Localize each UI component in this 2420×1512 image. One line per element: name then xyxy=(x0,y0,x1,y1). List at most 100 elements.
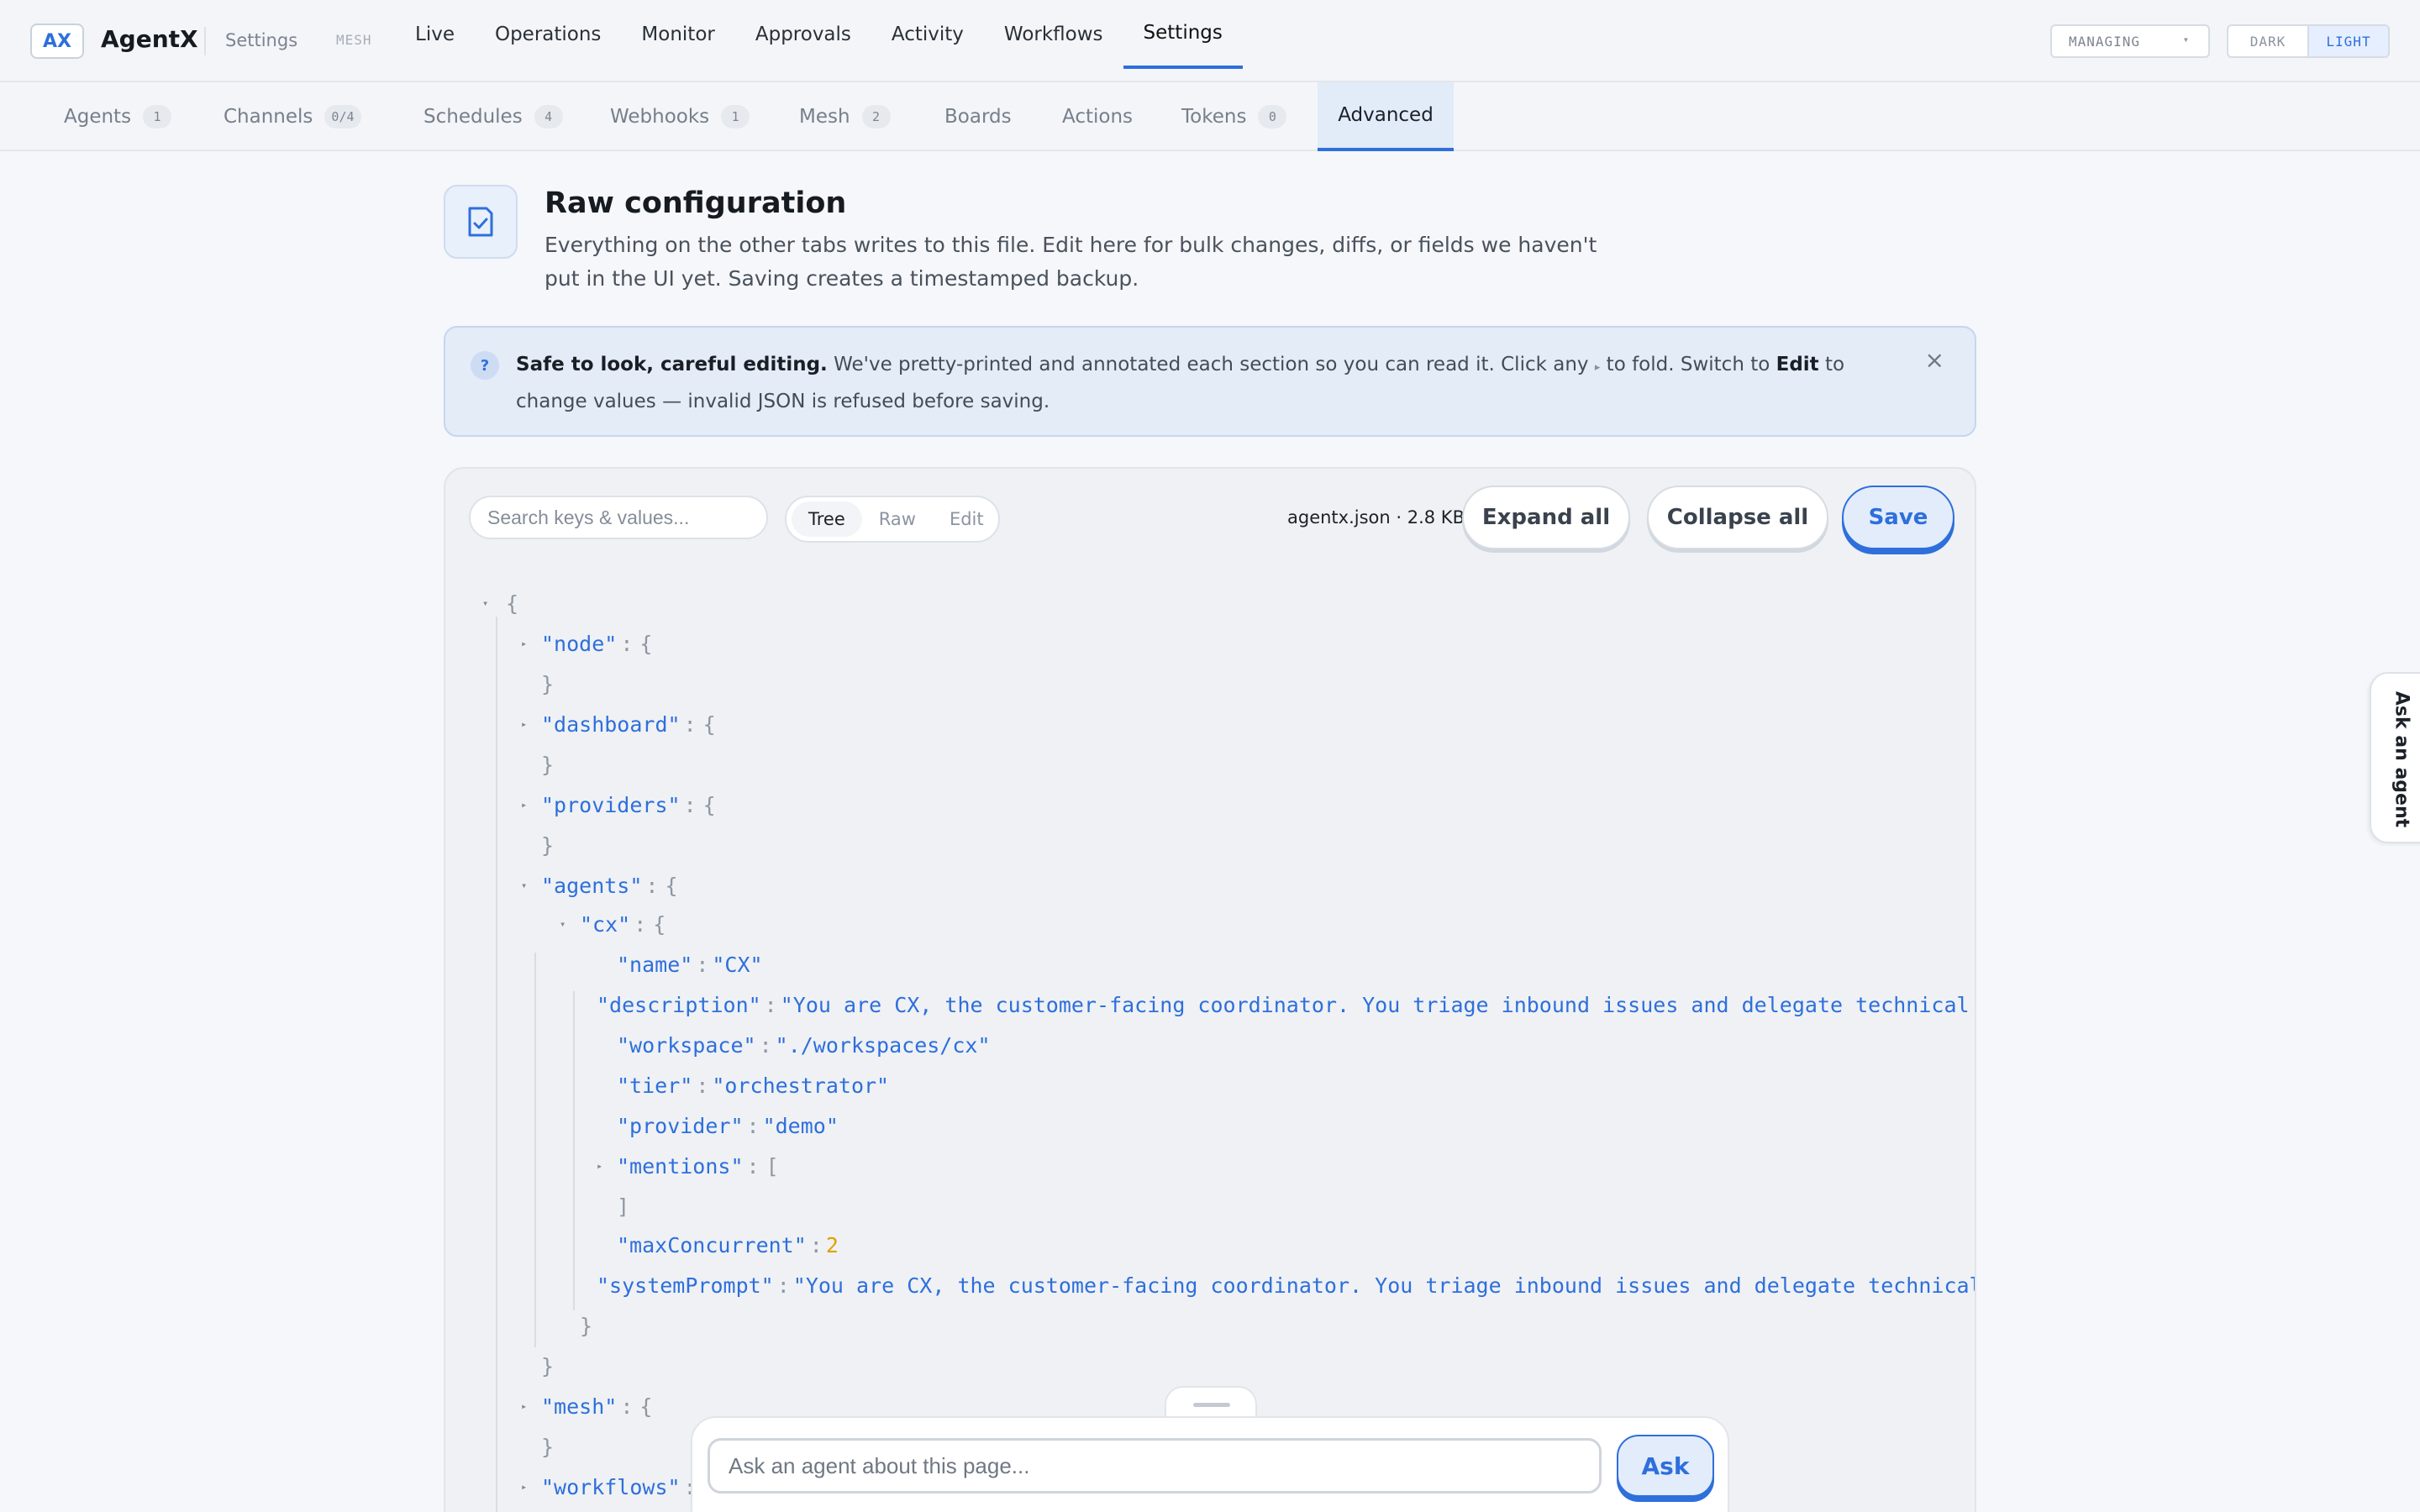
tab-label: Boards xyxy=(944,106,1012,128)
tree-row-close: } xyxy=(541,671,555,696)
mode-edit[interactable]: Edit xyxy=(933,501,1001,537)
tab-advanced[interactable]: Advanced xyxy=(1318,82,1454,151)
tree-row-close: } xyxy=(541,1353,555,1378)
page-description: Everything on the other tabs writes to t… xyxy=(544,233,1597,291)
tab-label: Mesh xyxy=(799,106,850,128)
tab-schedules[interactable]: Schedules 4 xyxy=(424,82,563,151)
app-name: AgentX xyxy=(101,25,198,53)
tab-actions[interactable]: Actions xyxy=(1062,82,1133,151)
tree-row-providers[interactable]: ▸ "providers":{ xyxy=(521,788,719,822)
tab-label: Channels xyxy=(224,106,313,128)
managing-label: MANAGING xyxy=(2069,33,2141,50)
ask-agent-side-tab[interactable]: Ask an agent xyxy=(2370,672,2420,843)
page-title: Raw configuration xyxy=(544,186,847,220)
main-nav: Live Operations Monitor Approvals Activi… xyxy=(395,0,1243,82)
collapse-icon[interactable]: ▾ xyxy=(521,879,538,891)
count-badge: 2 xyxy=(861,105,891,129)
tab-mesh[interactable]: Mesh 2 xyxy=(799,82,891,151)
tab-tokens[interactable]: Tokens 0 xyxy=(1181,82,1287,151)
expand-icon[interactable]: ▸ xyxy=(521,1400,538,1412)
managing-dropdown[interactable]: MANAGING ▾ xyxy=(2050,24,2210,58)
divider xyxy=(204,27,206,55)
tree-row-close: ] xyxy=(617,1194,630,1219)
count-badge: 0/4 xyxy=(324,105,361,129)
mode-raw[interactable]: Raw xyxy=(862,501,933,537)
expand-icon[interactable]: ▸ xyxy=(521,799,538,811)
tab-label: Agents xyxy=(64,106,132,128)
tree-row-close: } xyxy=(541,1434,555,1459)
tab-webhooks[interactable]: Webhooks 1 xyxy=(610,82,750,151)
indent-guide xyxy=(573,991,575,1310)
breadcrumb-settings[interactable]: Settings xyxy=(225,30,297,50)
checklist-icon xyxy=(444,185,518,259)
theme-light-button[interactable]: LIGHT xyxy=(2307,26,2388,56)
tree-row-agents[interactable]: ▾ "agents":{ xyxy=(521,869,681,902)
expand-icon[interactable]: ▸ xyxy=(521,718,538,730)
tree-row-systemprompt[interactable]: "systemPrompt": "You are CX, the customer… xyxy=(597,1268,1975,1302)
info-banner: ? Safe to look, careful editing. We've p… xyxy=(444,326,1976,437)
chevron-down-icon: ▾ xyxy=(2182,34,2190,45)
tab-boards[interactable]: Boards xyxy=(944,82,1012,151)
tab-label: Webhooks xyxy=(610,106,710,128)
tree-row-mentions[interactable]: ▸ "mentions":[ xyxy=(597,1149,782,1183)
ask-button[interactable]: Ask xyxy=(1617,1435,1714,1497)
nav-activity[interactable]: Activity xyxy=(871,0,984,69)
tree-row-description[interactable]: "description": "You are CX, the customer-… xyxy=(597,988,1975,1021)
tree-row-name[interactable]: "name": "CX" xyxy=(617,948,763,981)
expand-icon[interactable]: ▸ xyxy=(521,1481,538,1493)
tree-row-provider[interactable]: "provider": "demo" xyxy=(617,1109,839,1142)
nav-workflows[interactable]: Workflows xyxy=(984,0,1123,69)
count-badge: 0 xyxy=(1258,105,1287,129)
settings-tabs: Agents 1 Channels 0/4 Schedules 4 Webhoo… xyxy=(0,82,2420,151)
app-logo[interactable]: AX xyxy=(30,24,84,59)
search-input[interactable] xyxy=(469,496,768,539)
mesh-tag: MESH xyxy=(336,32,372,48)
help-icon: ? xyxy=(471,351,499,380)
tree-row-workflows[interactable]: ▸"workflows": xyxy=(521,1470,700,1504)
json-tree: ▾{ ▸ "node":{ } ▸ "dashboard":{ } ▸ "provid… xyxy=(445,586,1975,1512)
ask-bar: Ask xyxy=(691,1416,1729,1512)
tree-row-node[interactable]: ▸ "node":{ xyxy=(521,627,655,660)
tab-channels[interactable]: Channels 0/4 xyxy=(224,82,361,151)
nav-monitor[interactable]: Monitor xyxy=(621,0,734,69)
tab-label: Advanced xyxy=(1338,104,1434,126)
tree-row-tier[interactable]: "tier": "orchestrator" xyxy=(617,1068,889,1102)
tree-row-cx[interactable]: ▾ "cx":{ xyxy=(560,907,669,941)
tree-row-mesh[interactable]: ▸ "mesh":{ xyxy=(521,1389,655,1423)
nav-operations[interactable]: Operations xyxy=(475,0,621,69)
expand-icon[interactable]: ▸ xyxy=(597,1160,613,1172)
collapse-icon[interactable]: ▾ xyxy=(482,597,499,609)
nav-live[interactable]: Live xyxy=(395,0,475,69)
nav-approvals[interactable]: Approvals xyxy=(735,0,871,69)
banner-bold: Safe to look, careful editing. xyxy=(516,354,828,375)
expand-all-button[interactable]: Expand all xyxy=(1462,486,1630,549)
view-mode-toggle: Tree Raw Edit xyxy=(785,496,1000,543)
tree-row-workspace[interactable]: "workspace": "./workspaces/cx" xyxy=(617,1028,991,1062)
save-button[interactable]: Save xyxy=(1842,486,1954,549)
theme-toggle: DARK LIGHT xyxy=(2227,24,2390,58)
tree-row-close: } xyxy=(541,832,555,858)
side-tab-label: Ask an agent xyxy=(2391,690,2412,828)
banner-edit-word: Edit xyxy=(1776,354,1819,375)
count-badge: 1 xyxy=(143,105,172,129)
tree-row-close: } xyxy=(580,1313,593,1338)
banner-text: Safe to look, careful editing. We've pre… xyxy=(516,348,1894,418)
ask-input[interactable] xyxy=(708,1438,1602,1494)
indent-guide xyxy=(534,953,536,1347)
collapse-all-button[interactable]: Collapse all xyxy=(1647,486,1828,549)
expand-icon[interactable]: ▸ xyxy=(521,638,538,649)
collapse-icon[interactable]: ▾ xyxy=(560,918,576,930)
close-icon[interactable]: × xyxy=(1925,346,1944,374)
mode-tree[interactable]: Tree xyxy=(792,501,862,537)
tree-row-close: } xyxy=(541,752,555,777)
tree-row-root[interactable]: ▾{ xyxy=(482,586,522,620)
count-badge: 4 xyxy=(534,105,563,129)
indent-guide xyxy=(496,617,497,1512)
tree-row-dashboard[interactable]: ▸ "dashboard":{ xyxy=(521,707,719,741)
tab-agents[interactable]: Agents 1 xyxy=(64,82,172,151)
file-meta: agentx.json · 2.8 KB xyxy=(1287,507,1465,528)
theme-dark-button[interactable]: DARK xyxy=(2228,26,2307,56)
tab-label: Tokens xyxy=(1181,106,1247,128)
tree-row-maxconcurrent[interactable]: "maxConcurrent":2 xyxy=(617,1228,839,1262)
nav-settings[interactable]: Settings xyxy=(1123,0,1243,69)
